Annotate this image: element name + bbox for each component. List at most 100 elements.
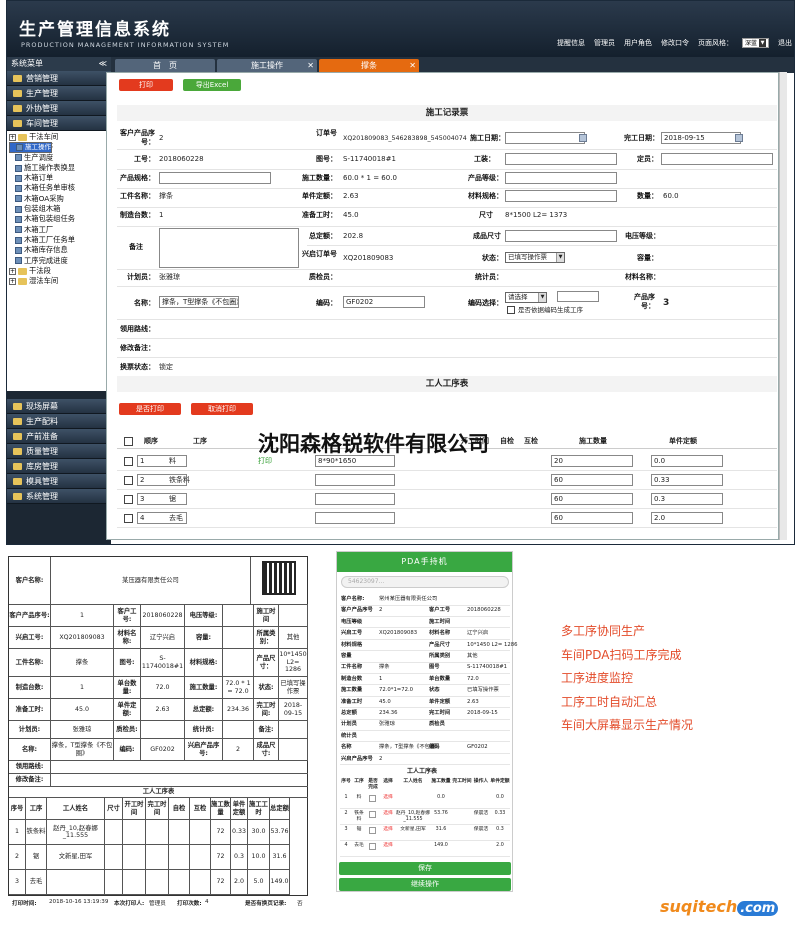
grade-input[interactable] [505, 172, 617, 184]
pda-row-checkbox[interactable] [369, 843, 376, 850]
feature-1: 多工序协同生产 [561, 624, 646, 638]
row-checkbox[interactable] [124, 514, 133, 523]
tree-item[interactable]: 施工操作 [9, 142, 52, 154]
work-no: 2018060228 [159, 155, 204, 163]
size-input[interactable] [315, 493, 395, 505]
close-icon[interactable]: ✕ [307, 59, 314, 73]
collapse-icon[interactable]: ≪ [99, 57, 107, 71]
pda-table-cell[interactable]: 选择 [380, 795, 396, 801]
tree-item[interactable]: + 干法段 [9, 266, 109, 276]
tab-construction[interactable]: 施工操作 ✕ [217, 59, 317, 73]
tree-item[interactable]: + 干法车间 [9, 132, 109, 142]
tree-item[interactable]: 木箱订单 [9, 173, 109, 183]
pda-row-checkbox[interactable] [369, 827, 376, 834]
size-input[interactable] [315, 512, 395, 524]
nav-user-role[interactable]: 用户角色 [624, 38, 652, 48]
sidebar-menu-3[interactable]: 车间管理 [7, 116, 111, 131]
expand-icon[interactable]: + [9, 277, 16, 285]
expand-icon[interactable]: + [9, 267, 16, 275]
unit-quota-input[interactable]: 2.0 [651, 512, 723, 524]
select-all-checkbox[interactable] [124, 437, 133, 446]
nav-admin[interactable]: 管理员 [594, 38, 615, 48]
calendar-icon[interactable] [735, 134, 743, 142]
tree-item[interactable]: 施工操作表换显 [9, 163, 109, 173]
quota-input[interactable] [661, 153, 773, 165]
print-select-button[interactable]: 是否打印 [119, 403, 181, 415]
pda-continue-button[interactable]: 继续操作 [339, 878, 511, 891]
tree-item[interactable]: 木箱库存信息 [9, 245, 109, 255]
tree-item[interactable]: 木箱任务单审核 [9, 183, 109, 193]
status-select[interactable]: 已填写操作票 ▼ [505, 252, 565, 263]
finish-date-input[interactable]: 2018-09-15 [661, 132, 741, 144]
nav-style-label: 页面风格： [697, 39, 733, 47]
tab-home[interactable]: 首 页 [115, 59, 215, 73]
tree-item[interactable]: 木箱工厂任务单 [9, 235, 109, 245]
process-name: 铁条料 [169, 476, 190, 484]
scrollbar[interactable] [779, 72, 787, 540]
tab-brace[interactable]: 撑条 ✕ [319, 59, 419, 73]
qty-input[interactable]: 20 [551, 455, 633, 467]
folder-icon [13, 462, 22, 470]
unit-quota-input[interactable]: 0.3 [651, 493, 723, 505]
sidebar-menu-bottom-3[interactable]: 质量管理 [7, 444, 111, 459]
row-checkbox[interactable] [124, 476, 133, 485]
pda-save-button[interactable]: 保存 [339, 862, 511, 875]
tree-item[interactable]: 木箱OA采购 [9, 194, 109, 204]
tree-item[interactable]: 工序完成进度 [9, 256, 109, 266]
expand-icon[interactable]: + [9, 133, 16, 141]
pda-search-input[interactable]: 54623097... [341, 576, 509, 588]
sidebar-menu-bottom-2[interactable]: 产前准备 [7, 429, 111, 444]
remark-textarea[interactable] [159, 228, 299, 268]
product-size-input[interactable] [505, 230, 617, 242]
worker-input[interactable] [505, 153, 617, 165]
pda-table-cell[interactable]: 选择 [380, 811, 396, 817]
tree-item[interactable]: 木箱工厂 [9, 225, 109, 235]
close-icon[interactable]: ✕ [409, 59, 416, 73]
drawing-no: S-11740018#1 [343, 155, 396, 163]
part-value: 撑条 [159, 192, 173, 200]
pda-row-checkbox[interactable] [369, 811, 376, 818]
sidebar-menu-bottom-1[interactable]: 生产配料 [7, 414, 111, 429]
tree-item[interactable]: 包装组木箱 [9, 204, 109, 214]
name-input[interactable]: 撑条，T型撑条《不包圈》 [159, 296, 239, 308]
material-input[interactable] [505, 190, 617, 202]
nav-change-password[interactable]: 修改口令 [661, 38, 689, 48]
exit-link[interactable]: 退出 [778, 38, 792, 48]
pda-row-checkbox[interactable] [369, 795, 376, 802]
tree-item[interactable]: 木箱包装组任务 [9, 214, 109, 224]
unit-quota-input[interactable]: 0.33 [651, 474, 723, 486]
start-date-input[interactable] [505, 132, 585, 144]
tree-item[interactable]: + 湿法车间 [9, 276, 109, 286]
sidebar-menu-0[interactable]: 营销管理 [7, 71, 111, 86]
unit-quota-input[interactable]: 0.0 [651, 455, 723, 467]
nav-reminders[interactable]: 提醒信息 [557, 38, 585, 48]
code-select[interactable]: 请选择 ▼ [505, 292, 547, 303]
sidebar-menu-bottom-5[interactable]: 模具管理 [7, 474, 111, 489]
row-checkbox[interactable] [124, 457, 133, 466]
code-input[interactable]: GF0202 [343, 296, 425, 308]
style-select[interactable]: 深蓝 ▼ [741, 38, 769, 48]
code-extra-input[interactable] [557, 291, 599, 302]
code-checkbox[interactable] [507, 306, 515, 314]
pda-table-cell[interactable]: 选择 [380, 843, 396, 849]
sidebar-menu-bottom-0[interactable]: 现场屏幕 [7, 399, 111, 414]
tree-item[interactable]: 生产调度 [9, 153, 109, 163]
size-label: 尺寸 [479, 211, 493, 219]
calendar-icon[interactable] [579, 134, 587, 142]
qty-input[interactable]: 60 [551, 512, 633, 524]
sidebar-menu-2[interactable]: 外协管理 [7, 101, 111, 116]
export-excel-button[interactable]: 导出Excel [183, 79, 241, 91]
sidebar-menu-bottom-6[interactable]: 系统管理 [7, 489, 111, 504]
spec-input[interactable] [159, 172, 271, 184]
sidebar-menu-bottom-4[interactable]: 库房管理 [7, 459, 111, 474]
row-checkbox[interactable] [124, 495, 133, 504]
cancel-print-button[interactable]: 取消打印 [191, 403, 253, 415]
pda-table-cell[interactable]: 选择 [380, 827, 396, 833]
sidebar-menu-1[interactable]: 生产管理 [7, 86, 111, 101]
qty-input[interactable]: 60 [551, 493, 633, 505]
print-button[interactable]: 打印 [119, 79, 173, 91]
sheet-cell: 成品尺寸: [254, 739, 279, 761]
qty-input[interactable]: 60 [551, 474, 633, 486]
size-input[interactable] [315, 474, 395, 486]
sheet-cell [223, 605, 254, 627]
